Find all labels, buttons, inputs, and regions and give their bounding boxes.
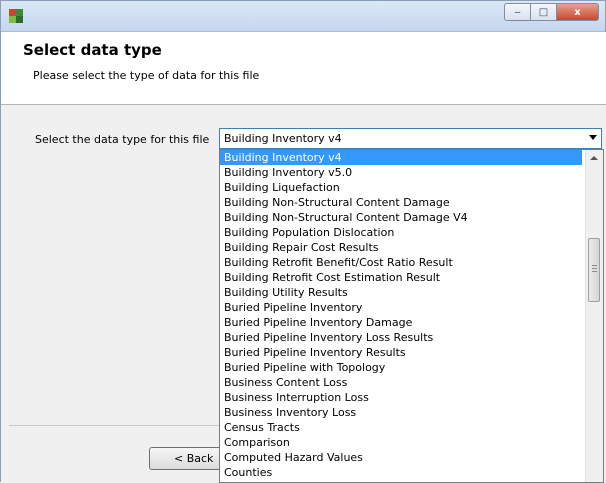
page-title: Select data type [23,41,162,59]
dropdown-option[interactable]: Building Inventory v4 [220,150,582,165]
data-type-label: Select the data type for this file [35,133,210,146]
dropdown-option[interactable]: Building Population Dislocation [220,225,582,240]
dropdown-option[interactable]: Building Repair Cost Results [220,240,582,255]
dropdown-option[interactable]: Census Tracts [220,420,582,435]
dropdown-option[interactable]: Buried Pipeline Inventory Loss Results [220,330,582,345]
dropdown-option[interactable]: Building Retrofit Cost Estimation Result [220,270,582,285]
wizard-window: ‒ □ x Select data type Please select the… [0,0,606,483]
data-type-select[interactable]: Building Inventory v4 [219,128,602,149]
dropdown-option[interactable]: Building Non-Structural Content Damage V… [220,210,582,225]
chevron-down-icon[interactable] [589,135,597,140]
app-icon [9,9,23,23]
scrollbar-thumb[interactable] [588,238,600,302]
page-subtitle: Please select the type of data for this … [33,69,260,82]
maximize-button[interactable]: □ [530,3,556,21]
data-type-select-value: Building Inventory v4 [224,132,342,145]
window-controls: ‒ □ x [504,3,599,21]
dropdown-options: Building Inventory v4 Building Inventory … [220,150,603,480]
title-bar[interactable]: ‒ □ x [1,1,605,32]
dropdown-option[interactable]: Comparison [220,435,582,450]
dropdown-option[interactable]: Buried Pipeline Inventory Damage [220,315,582,330]
dropdown-option[interactable]: Building Non-Structural Content Damage [220,195,582,210]
dropdown-option[interactable]: Counties [220,465,582,480]
dropdown-scrollbar[interactable] [585,150,603,482]
data-type-dropdown-list[interactable]: Building Inventory v4 Building Inventory … [219,149,604,483]
dropdown-option[interactable]: Business Inventory Loss [220,405,582,420]
dropdown-option[interactable]: Buried Pipeline with Topology [220,360,582,375]
dropdown-option[interactable]: Business Interruption Loss [220,390,582,405]
wizard-header: Select data type Please select the type … [1,32,606,105]
close-button[interactable]: x [556,3,599,21]
dropdown-option[interactable]: Building Liquefaction [220,180,582,195]
dropdown-option[interactable]: Buried Pipeline Inventory [220,300,582,315]
dropdown-option[interactable]: Buried Pipeline Inventory Results [220,345,582,360]
minimize-button[interactable]: ‒ [504,3,530,21]
dropdown-option[interactable]: Building Inventory v5.0 [220,165,582,180]
dropdown-option[interactable]: Computed Hazard Values [220,450,582,465]
scroll-up-arrow-icon[interactable] [590,156,598,160]
dropdown-option[interactable]: Building Utility Results [220,285,582,300]
dropdown-option[interactable]: Building Retrofit Benefit/Cost Ratio Res… [220,255,582,270]
grip-icon [592,265,597,273]
dropdown-option[interactable]: Business Content Loss [220,375,582,390]
